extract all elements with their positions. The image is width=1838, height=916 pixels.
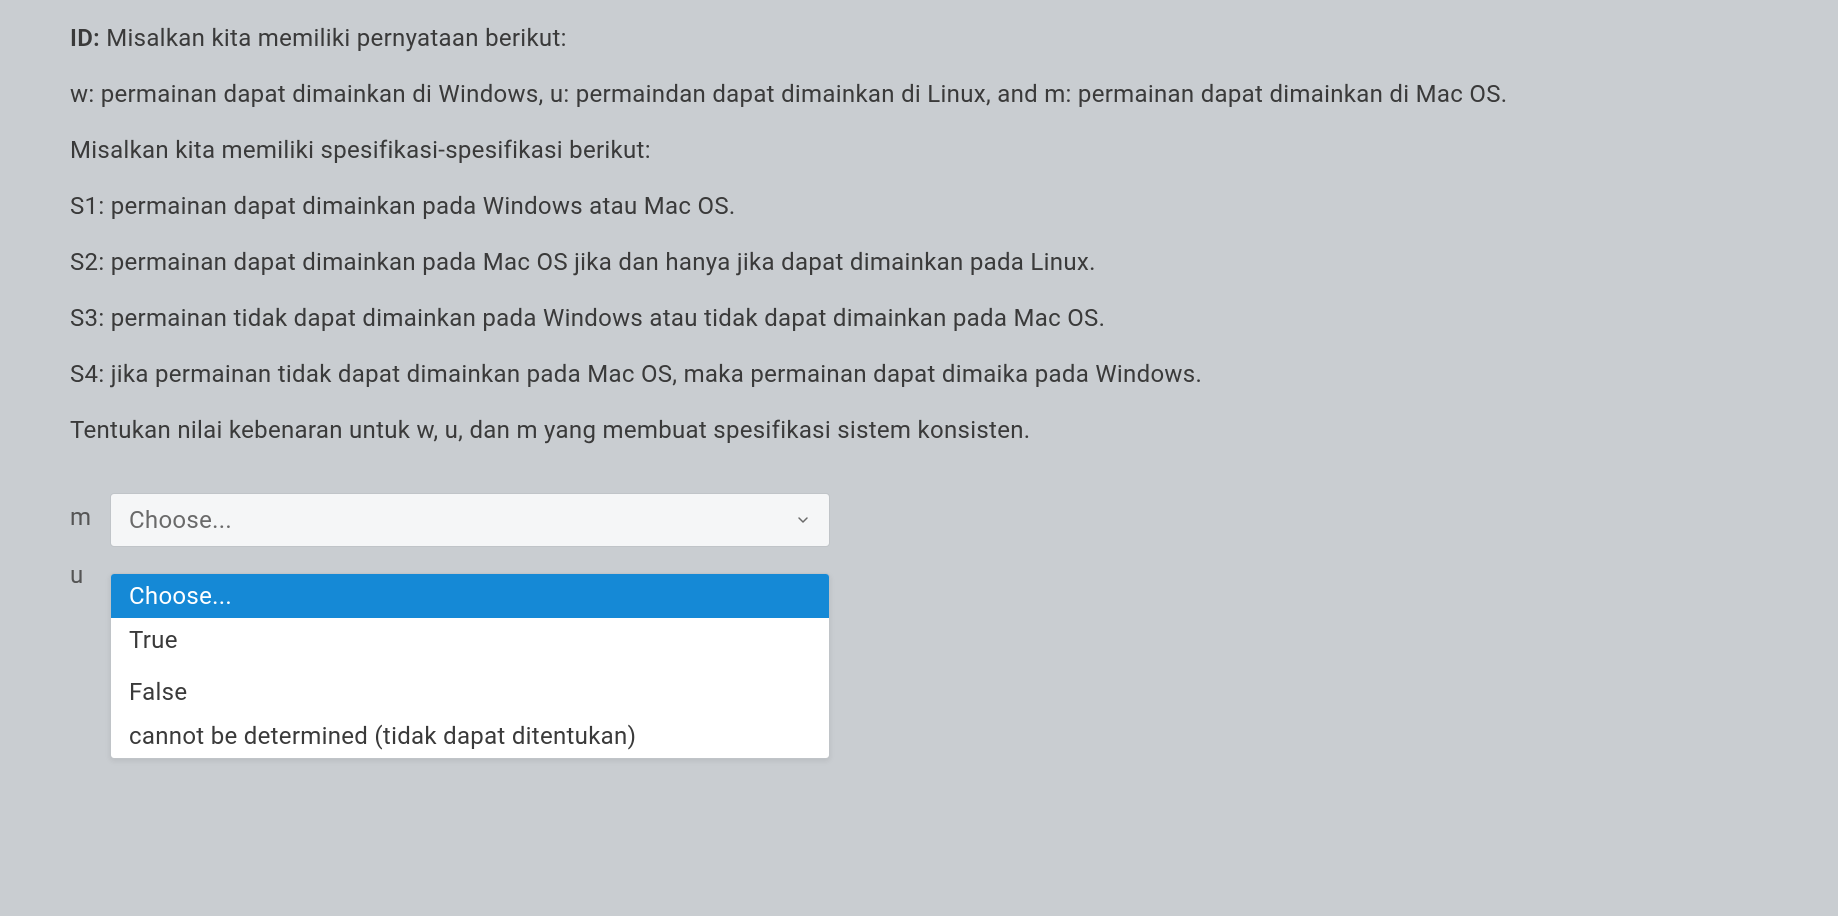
select-m-dropdown[interactable]: Choose... True w False cannot be determi… [110,573,830,759]
question-intro-line: ID: Misalkan kita memiliki pernyataan be… [70,20,1768,56]
label-m: m [70,493,110,531]
chevron-down-icon [795,506,811,534]
id-label: ID: [70,24,100,52]
spec-s2: S2: permainan dapat dimainkan pada Mac O… [70,244,1768,280]
select-m-container: Choose... [110,493,830,547]
prompt-text: Tentukan nilai kebenaran untuk w, u, dan… [70,412,1768,448]
answer-section: m Choose... u Choose... True w False can… [70,493,1768,759]
select-m[interactable]: Choose... [110,493,830,547]
dropdown-option-true[interactable]: True [111,618,829,662]
spec-s1: S1: permainan dapat dimainkan pada Windo… [70,188,1768,224]
dropdown-option-cannot[interactable]: cannot be determined (tidak dapat ditent… [111,714,829,758]
question-block: ID: Misalkan kita memiliki pernyataan be… [70,20,1768,448]
spec-intro-text: Misalkan kita memiliki spesifikasi-spesi… [70,132,1768,168]
answer-row-m: m Choose... [70,493,1768,547]
select-m-value: Choose... [129,506,232,534]
intro-text: Misalkan kita memiliki pernyataan beriku… [106,24,566,52]
dropdown-option-false[interactable]: False [111,670,829,714]
answer-row-u: u Choose... True w False cannot be deter… [70,555,1768,759]
label-u: u [70,555,110,759]
definitions-text: w: permainan dapat dimainkan di Windows,… [70,76,1768,112]
spec-s4: S4: jika permainan tidak dapat dimainkan… [70,356,1768,392]
dropdown-option-choose[interactable]: Choose... [111,574,829,618]
spec-s3: S3: permainan tidak dapat dimainkan pada… [70,300,1768,336]
